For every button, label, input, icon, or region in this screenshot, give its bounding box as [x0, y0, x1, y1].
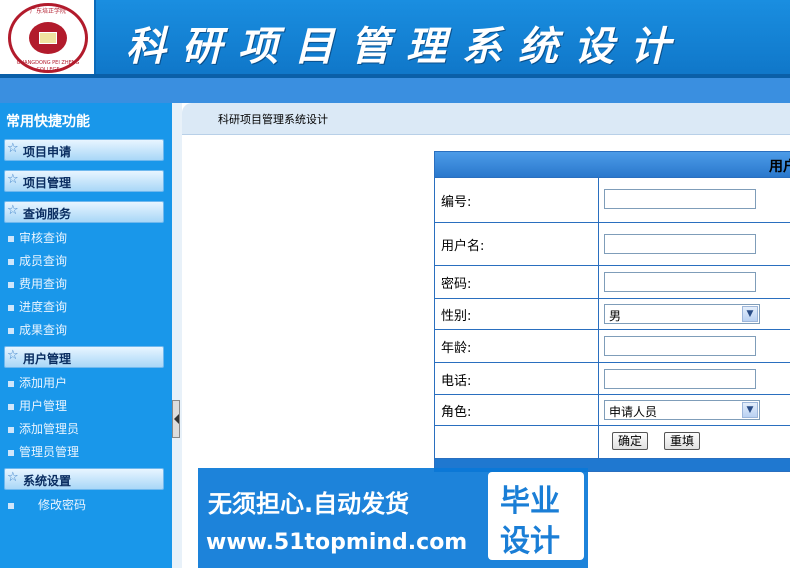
bullet-icon	[8, 304, 14, 311]
sidebar-item-result-query[interactable]: 成果查询	[8, 321, 67, 337]
gender-select[interactable]: 男 ▼	[604, 304, 760, 324]
form-row-role: 角色: 申请人员 ▼	[435, 395, 790, 426]
chevron-down-icon[interactable]: ▼	[742, 402, 758, 418]
phone-label: 电话:	[441, 374, 472, 389]
sidebar-item-user-manage[interactable]: 用户管理	[8, 397, 67, 413]
sidebar-title: 常用快捷功能	[6, 114, 90, 130]
watermark-badge-line1: 毕业	[500, 484, 560, 519]
bullet-icon	[8, 449, 14, 456]
bullet-icon	[8, 380, 14, 387]
phone-field[interactable]	[604, 369, 756, 389]
bullet-icon	[8, 327, 14, 334]
sidebar-item-label: 费用查询	[19, 277, 68, 291]
sidebar-section-settings[interactable]: ☆ 系统设置	[4, 468, 164, 490]
watermark-url: www.51topmind.com	[206, 530, 468, 555]
sidebar-item-label: 添加用户	[19, 376, 68, 390]
star-icon: ☆	[7, 172, 19, 187]
sidebar-item-label: 用户管理	[19, 399, 68, 413]
id-field[interactable]	[604, 189, 756, 209]
form-row-password: 密码:	[435, 266, 790, 299]
sidebar-section-query[interactable]: ☆ 查询服务	[4, 201, 164, 223]
star-icon: ☆	[7, 141, 19, 156]
sidebar-section-label: 系统设置	[23, 474, 72, 488]
star-icon: ☆	[7, 470, 19, 485]
sidebar-item-label: 审核查询	[19, 231, 68, 245]
site-title: 科研项目管理系统设计	[126, 23, 686, 70]
sidebar-item-change-password[interactable]: 修改密码	[8, 496, 86, 512]
sidebar-section-label: 项目管理	[23, 176, 72, 190]
seal-icon: 广东培正学院 GUANGDONG PEI ZHENG COLLEGE	[8, 3, 88, 73]
gender-select-value: 男	[609, 309, 622, 323]
breadcrumb-bar: 科研项目管理系统设计	[182, 103, 790, 135]
role-select[interactable]: 申请人员 ▼	[604, 400, 760, 420]
header-banner: 广东培正学院 GUANGDONG PEI ZHENG COLLEGE 科研项目管…	[0, 0, 790, 78]
breadcrumb: 科研项目管理系统设计	[218, 113, 328, 126]
sidebar-collapse-handle[interactable]	[172, 400, 180, 438]
bullet-icon	[8, 235, 14, 242]
gender-label: 性别:	[441, 309, 472, 324]
sidebar-item-member-query[interactable]: 成员查询	[8, 252, 67, 268]
sidebar-item-label: 成果查询	[19, 323, 68, 337]
watermark-badge-line2: 设计	[500, 524, 560, 559]
college-logo: 广东培正学院 GUANGDONG PEI ZHENG COLLEGE	[0, 0, 96, 76]
role-label: 角色:	[441, 405, 472, 420]
sidebar-item-label: 管理员管理	[19, 445, 80, 459]
form-header: 用户	[435, 152, 790, 178]
app-window: 广东培正学院 GUANGDONG PEI ZHENG COLLEGE 科研项目管…	[0, 0, 790, 568]
chevron-down-icon[interactable]: ▼	[742, 306, 758, 322]
username-label: 用户名:	[441, 239, 485, 254]
sidebar-section-label: 项目申请	[23, 145, 72, 159]
confirm-button[interactable]: 确定	[612, 432, 649, 450]
password-label: 密码:	[441, 277, 472, 292]
bullet-icon	[8, 426, 14, 433]
star-icon: ☆	[7, 203, 19, 218]
bullet-icon	[8, 258, 14, 265]
sidebar-item-review-query[interactable]: 审核查询	[8, 229, 67, 245]
watermark-banner: 无须担心.自动发货 www.51topmind.com 毕业 设计	[198, 468, 588, 568]
bullet-icon	[8, 281, 14, 288]
sidebar-item-cost-query[interactable]: 费用查询	[8, 275, 67, 291]
age-field[interactable]	[604, 336, 756, 356]
bullet-icon	[8, 403, 14, 410]
sidebar-section-project-apply[interactable]: ☆ 项目申请	[4, 139, 164, 161]
sidebar-section-label: 用户管理	[23, 352, 72, 366]
form-row-username: 用户名:	[435, 223, 790, 266]
sidebar-item-progress-query[interactable]: 进度查询	[8, 298, 67, 314]
user-form-table: 用户 编号: 用户名: 密码: 性别: 男	[434, 151, 790, 472]
id-label: 编号:	[441, 195, 472, 210]
age-label: 年龄:	[441, 341, 472, 356]
form-row-age: 年龄:	[435, 330, 790, 363]
form-row-phone: 电话:	[435, 363, 790, 395]
username-field[interactable]	[604, 234, 756, 254]
bullet-icon	[8, 502, 14, 509]
form-row-actions: 确定 重填	[435, 426, 790, 459]
form-row-id: 编号:	[435, 178, 790, 223]
sidebar-item-label: 添加管理员	[19, 422, 80, 436]
sidebar-section-label: 查询服务	[23, 207, 72, 221]
logo-ring-bottom: GUANGDONG PEI ZHENG COLLEGE	[16, 60, 80, 73]
book-icon	[39, 32, 57, 44]
star-icon: ☆	[7, 348, 19, 363]
logo-ring-top: 广东培正学院	[29, 8, 66, 15]
form-row-gender: 性别: 男 ▼	[435, 299, 790, 330]
form-header-title: 用户	[769, 159, 790, 175]
collapse-arrow-icon	[174, 414, 179, 424]
sidebar-section-project-manage[interactable]: ☆ 项目管理	[4, 170, 164, 192]
sidebar-item-label: 修改密码	[38, 498, 87, 512]
sidebar-item-admin-manage[interactable]: 管理员管理	[8, 443, 79, 459]
reset-button[interactable]: 重填	[664, 432, 701, 450]
top-band	[0, 78, 790, 103]
sidebar: 常用快捷功能 ☆ 项目申请 ☆ 项目管理 ☆ 查询服务 审核查询 成员查询 费用…	[0, 103, 172, 568]
sidebar-item-label: 进度查询	[19, 300, 68, 314]
role-select-value: 申请人员	[609, 405, 658, 419]
password-field[interactable]	[604, 272, 756, 292]
sidebar-gap	[172, 103, 182, 568]
sidebar-item-label: 成员查询	[19, 254, 68, 268]
sidebar-item-add-admin[interactable]: 添加管理员	[8, 420, 79, 436]
sidebar-section-user-manage[interactable]: ☆ 用户管理	[4, 346, 164, 368]
sidebar-item-add-user[interactable]: 添加用户	[8, 374, 67, 390]
watermark-badge: 毕业 设计	[488, 472, 584, 560]
watermark-slogan: 无须担心.自动发货	[208, 490, 410, 518]
